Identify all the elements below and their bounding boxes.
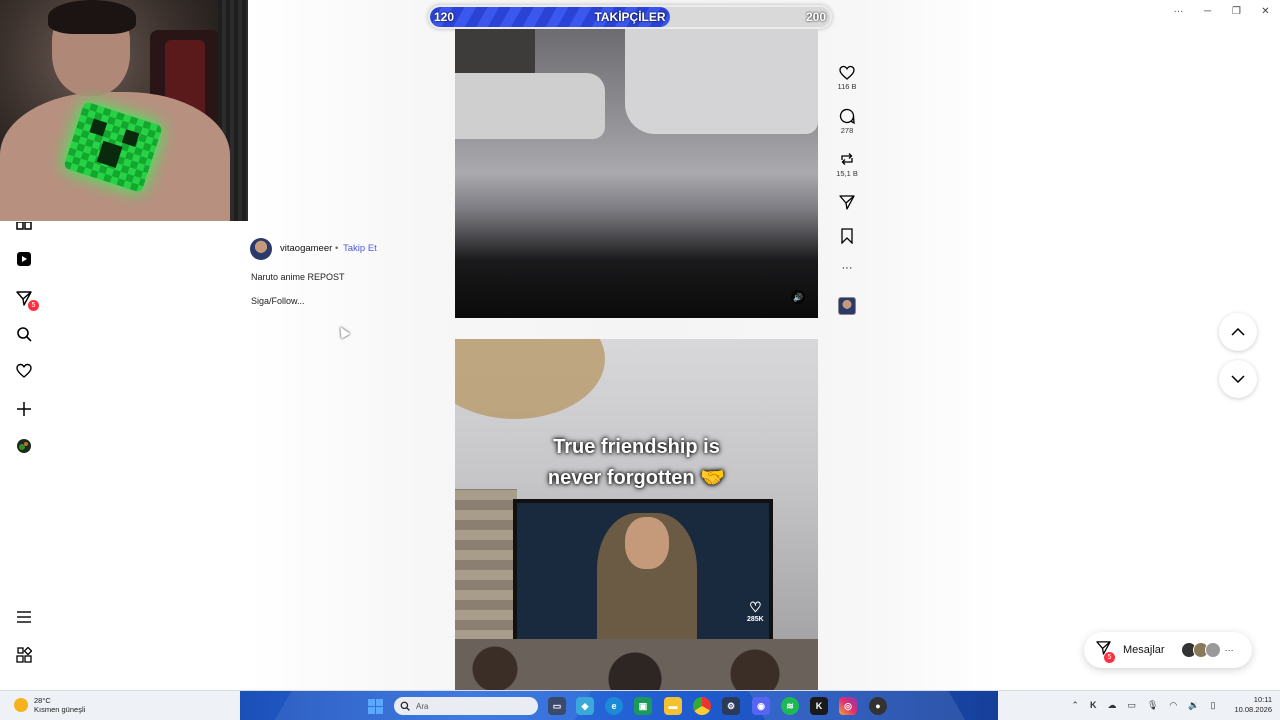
taskbar-clock[interactable]: 10:11 10.08.2026: [1234, 695, 1272, 715]
followers-label: TAKİPÇİLER: [594, 10, 666, 24]
messages-nav-icon[interactable]: 5: [15, 289, 39, 311]
tray-cloud-icon[interactable]: ☁: [1107, 700, 1116, 711]
video-player-next[interactable]: True friendship is never forgotten 🤝 ♡ 2…: [455, 339, 818, 690]
poster-username[interactable]: vitaogameer: [280, 243, 332, 254]
edge-browser-icon[interactable]: e: [605, 697, 623, 715]
messages-avatars: [1180, 642, 1221, 658]
profile-avatar-icon[interactable]: [15, 437, 33, 455]
video-person-face: [625, 517, 669, 569]
caption-line-2[interactable]: Siga/Follow...: [251, 296, 305, 306]
close-button[interactable]: ✕: [1251, 6, 1280, 17]
search-icon[interactable]: [15, 325, 33, 343]
nav-partial-icon[interactable]: [15, 217, 33, 235]
messages-pill-icon: 5: [1096, 640, 1115, 663]
comments-count: 278: [840, 126, 854, 135]
video-inner-heart-icon: ♡: [749, 599, 762, 615]
instagram-app-icon[interactable]: ◎: [839, 697, 857, 715]
audio-avatar[interactable]: [835, 297, 859, 315]
store-app-icon[interactable]: ▣: [634, 697, 652, 715]
video-inner-likes: ♡ 285K: [747, 599, 764, 623]
video-lamp: [455, 339, 605, 419]
comment-action[interactable]: 278: [835, 108, 859, 135]
volume-icon[interactable]: 🔊: [791, 290, 805, 304]
reposts-count: 15,1 B: [836, 169, 858, 178]
tray-battery-icon[interactable]: ▯: [1211, 700, 1216, 711]
window-controls: ··· ─ ❐ ✕: [1164, 0, 1280, 22]
menu-hamburger-icon[interactable]: [15, 608, 33, 626]
restore-button[interactable]: ❐: [1222, 6, 1251, 17]
video-inner-likes-count: 285K: [747, 616, 764, 623]
video-console: [455, 73, 605, 139]
system-tray: ⌃ K ☁ ▭ 🎙 ◠ 🔉 ▯ 10:11 10.08.2026: [1071, 691, 1272, 719]
windows-start-icon[interactable]: [368, 699, 383, 714]
caption-line-1: Naruto anime REPOST: [251, 272, 345, 282]
heart-icon[interactable]: [15, 362, 33, 380]
share-paper-plane-icon[interactable]: [839, 194, 855, 210]
taskbar-time: 10:11: [1253, 695, 1272, 704]
follow-link[interactable]: Takip Et: [343, 243, 377, 254]
task-view-icon[interactable]: ▭: [548, 697, 566, 715]
like-heart-icon[interactable]: [839, 65, 855, 80]
settings-app-icon[interactable]: ⚙: [722, 697, 740, 715]
weather-desc: Kısmen güneşli: [34, 705, 86, 714]
tray-volume-icon[interactable]: 🔉: [1188, 700, 1199, 711]
messages-badge: 5: [1104, 652, 1115, 663]
chrome-browser-icon[interactable]: [693, 697, 711, 715]
chevron-up-icon: [1231, 328, 1245, 336]
messages-more[interactable]: ···: [1225, 645, 1234, 655]
taskbar-date: 10.08.2026: [1234, 705, 1272, 714]
username-separator: •: [335, 243, 339, 254]
video-tv-screen: [513, 499, 773, 653]
reels-icon[interactable]: [15, 250, 33, 268]
next-post-button[interactable]: [1219, 360, 1257, 398]
video-shelf: [455, 29, 535, 79]
weather-sun-icon: [14, 698, 28, 712]
messages-pill[interactable]: 5 Mesajlar ···: [1084, 632, 1252, 668]
followers-target: 200: [805, 10, 826, 24]
video-overlay-text-2: never forgotten 🤝: [547, 467, 726, 489]
spotify-app-icon[interactable]: ≋: [781, 697, 799, 715]
messages-label: Mesajlar: [1123, 644, 1165, 656]
file-explorer-icon[interactable]: ▬: [664, 697, 682, 715]
poster-avatar[interactable]: [250, 238, 272, 260]
notification-badge: 5: [28, 300, 39, 311]
obs-app-icon[interactable]: ●: [869, 697, 887, 715]
discord-app-icon[interactable]: ◉: [752, 697, 770, 715]
tray-mic-icon[interactable]: 🎙: [1147, 700, 1158, 711]
weather-temp: 28°C: [34, 696, 51, 705]
taskbar-search[interactable]: Ara: [394, 697, 538, 715]
like-action[interactable]: 116 B: [835, 65, 859, 91]
weather-widget[interactable]: 28°C Kısmen güneşli: [14, 696, 85, 714]
tray-network-icon[interactable]: ▭: [1127, 700, 1136, 711]
chevron-down-icon: [1231, 375, 1245, 383]
previous-post-button[interactable]: [1219, 313, 1257, 351]
window-more-button[interactable]: ···: [1164, 6, 1193, 17]
likes-count: 116 B: [837, 82, 857, 91]
widgets-app-icon[interactable]: ◆: [576, 697, 594, 715]
webcam-overlay: [0, 0, 248, 221]
repost-action[interactable]: 15,1 B: [835, 151, 859, 178]
streamer-hair: [48, 0, 136, 34]
minimize-button[interactable]: ─: [1193, 6, 1222, 17]
video-crowd: [455, 639, 818, 690]
tray-kick-icon[interactable]: K: [1090, 700, 1097, 710]
taskbar-search-placeholder: Ara: [416, 701, 429, 711]
share-action[interactable]: [835, 194, 859, 210]
save-action[interactable]: [835, 228, 859, 244]
apps-grid-icon[interactable]: [15, 646, 33, 664]
bookmark-icon[interactable]: [840, 228, 854, 244]
video-player-current[interactable]: 🔊: [455, 29, 818, 318]
followers-progress-bar: 120 TAKİPÇİLER 200: [428, 5, 832, 29]
tray-chevron-up-icon[interactable]: ⌃: [1071, 700, 1079, 711]
tray-wifi-icon[interactable]: ◠: [1169, 700, 1177, 711]
more-options-button[interactable]: ···: [835, 262, 859, 274]
comment-icon[interactable]: [839, 108, 855, 124]
repost-icon[interactable]: [839, 151, 855, 167]
kick-app-icon[interactable]: K: [810, 697, 828, 715]
create-plus-icon[interactable]: [15, 400, 33, 418]
video-crt-tv: [625, 29, 818, 134]
video-overlay-text-1: True friendship is: [553, 436, 720, 458]
taskbar-search-icon: [400, 701, 410, 711]
